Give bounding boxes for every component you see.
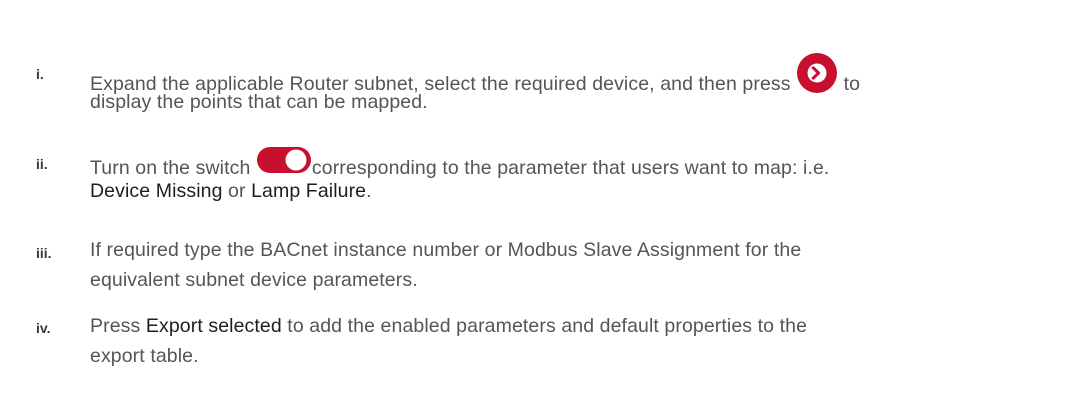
step-number: iii.	[36, 245, 52, 261]
chevron-right-circle-icon	[796, 52, 838, 100]
step-text: Turn on the switch	[90, 157, 256, 180]
step-number: iv.	[36, 320, 51, 336]
step-number: i.	[36, 66, 44, 82]
step-text: to	[838, 73, 861, 96]
term-export-selected: Export selected	[145, 315, 282, 337]
step-number: ii.	[36, 156, 48, 172]
step-text-line-2: export table.	[90, 345, 199, 367]
step-text-line-1: Press Export selected to add the enabled…	[90, 315, 808, 337]
step-text-line-2: display the points that can be mapped.	[90, 91, 428, 113]
toggle-switch-on-icon	[256, 144, 312, 182]
step-text-line-1: If required type the BACnet instance num…	[90, 239, 802, 261]
step-text-line-2: equivalent subnet device parameters.	[90, 269, 418, 291]
term-lamp-failure: Lamp Failure	[251, 180, 367, 202]
term-device-missing: Device Missing	[90, 180, 223, 202]
step-text: corresponding to the parameter that user…	[311, 157, 830, 180]
step-text-line-2: Device Missing or Lamp Failure.	[90, 180, 372, 202]
